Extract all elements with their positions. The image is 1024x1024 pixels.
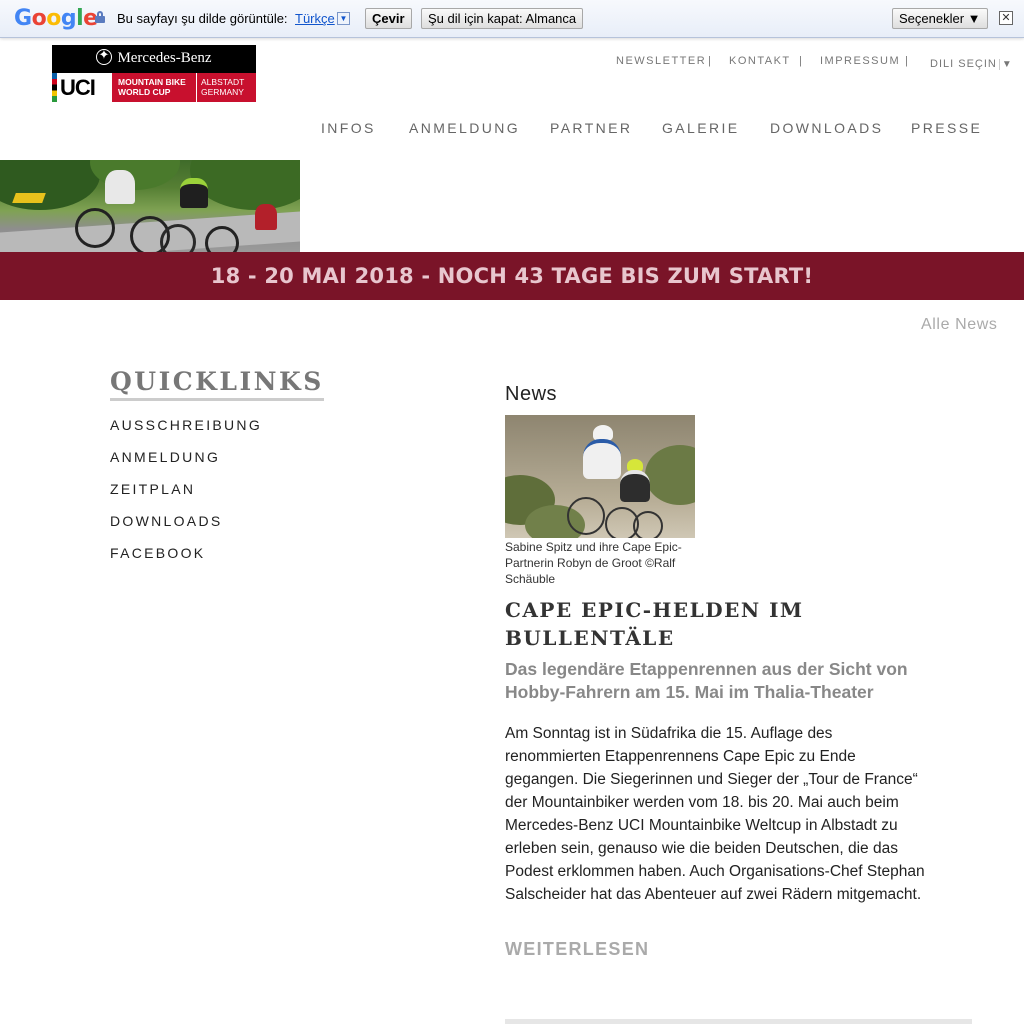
close-icon[interactable]: ✕ xyxy=(999,11,1013,25)
event-name: MOUNTAIN BIKE WORLD CUP xyxy=(112,73,196,102)
language-select[interactable]: DILI SEÇIN ▼ xyxy=(930,58,1013,70)
all-news-link[interactable]: Alle News xyxy=(921,316,998,334)
nav-infos[interactable]: INFOS xyxy=(321,120,376,136)
logo-letter: G xyxy=(14,6,32,31)
mercedes-star-icon xyxy=(96,47,113,65)
event-line-2: WORLD CUP xyxy=(118,87,171,97)
lock-icon xyxy=(95,11,105,23)
quicklink-ausschreibung[interactable]: AUSSCHREIBUNG xyxy=(110,417,262,433)
turn-off-translation-button[interactable]: Şu dil için kapat: Almanca xyxy=(421,8,584,29)
article-body: Am Sonntag ist in Südafrika die 15. Aufl… xyxy=(505,725,925,903)
quicklink-zeitplan[interactable]: ZEITPLAN xyxy=(110,481,195,497)
uci-stripes xyxy=(52,73,57,102)
event-location: ALBSTADT GERMANY xyxy=(196,73,256,102)
nav-presse[interactable]: PRESSE xyxy=(911,120,982,136)
nav-partner[interactable]: PARTNER xyxy=(550,120,632,136)
divider xyxy=(505,1019,972,1024)
logo-letter: g xyxy=(60,6,77,31)
chevron-down-icon: ▼ xyxy=(998,59,1013,70)
mercedes-brand: Mercedes-Benz xyxy=(52,47,256,67)
top-nav-separator: | xyxy=(799,55,804,67)
nav-downloads[interactable]: DOWNLOADS xyxy=(770,120,883,136)
news-image[interactable] xyxy=(505,415,695,538)
top-nav-impressum[interactable]: IMPRESSUM xyxy=(820,55,900,67)
top-nav-kontakt[interactable]: KONTAKT xyxy=(729,55,791,67)
brand-name: Mercedes-Benz xyxy=(117,50,212,66)
quicklink-facebook[interactable]: FACEBOOK xyxy=(110,545,205,561)
site-logo[interactable]: Mercedes-Benz UCI MOUNTAIN BIKEWORLD CUP… xyxy=(52,45,256,102)
top-nav-newsletter[interactable]: NEWSLETTER xyxy=(616,55,706,67)
location-city: ALBSTADT xyxy=(201,77,245,87)
language-dropdown-icon[interactable]: ▼ xyxy=(337,12,350,25)
top-nav-separator: | xyxy=(708,55,713,67)
quicklink-downloads[interactable]: DOWNLOADS xyxy=(110,513,223,529)
read-more-link[interactable]: WEITERLESEN xyxy=(505,939,649,960)
nav-galerie[interactable]: GALERIE xyxy=(662,120,740,136)
article-title[interactable]: CAPE EPIC-HELDEN IM BULLENTÄLE xyxy=(505,596,925,652)
quicklink-anmeldung[interactable]: ANMELDUNG xyxy=(110,449,220,465)
google-logo: Google xyxy=(14,6,98,31)
news-image-caption: Sabine Spitz und ihre Cape Epic-Partneri… xyxy=(505,540,682,586)
logo-letter: o xyxy=(46,6,61,31)
top-nav-separator: | xyxy=(905,55,910,67)
nav-anmeldung[interactable]: ANMELDUNG xyxy=(409,120,520,136)
quicklinks-title: QUICKLINKS xyxy=(110,367,324,401)
translate-button[interactable]: Çevir xyxy=(365,8,412,29)
event-line-1: MOUNTAIN BIKE xyxy=(118,77,186,87)
location-country: GERMANY xyxy=(201,87,244,97)
countdown-banner: 18 - 20 MAI 2018 - NOCH 43 TAGE BIS ZUM … xyxy=(0,252,1024,300)
language-select-label: DILI SEÇIN xyxy=(930,58,997,70)
target-language-link[interactable]: Türkçe xyxy=(295,11,335,26)
news-heading: News xyxy=(505,383,558,405)
translate-bar: Google Bu sayfayı şu dilde görüntüle: Tü… xyxy=(0,0,1024,38)
article-subtitle: Das legendäre Etappenrennen aus der Sich… xyxy=(505,659,908,702)
logo-letter: o xyxy=(31,6,47,31)
hero-image xyxy=(0,160,300,252)
uci-text: UCI xyxy=(60,75,96,100)
options-button[interactable]: Seçenekler ▼ xyxy=(892,8,988,29)
translate-prompt: Bu sayfayı şu dilde görüntüle: xyxy=(117,11,288,26)
